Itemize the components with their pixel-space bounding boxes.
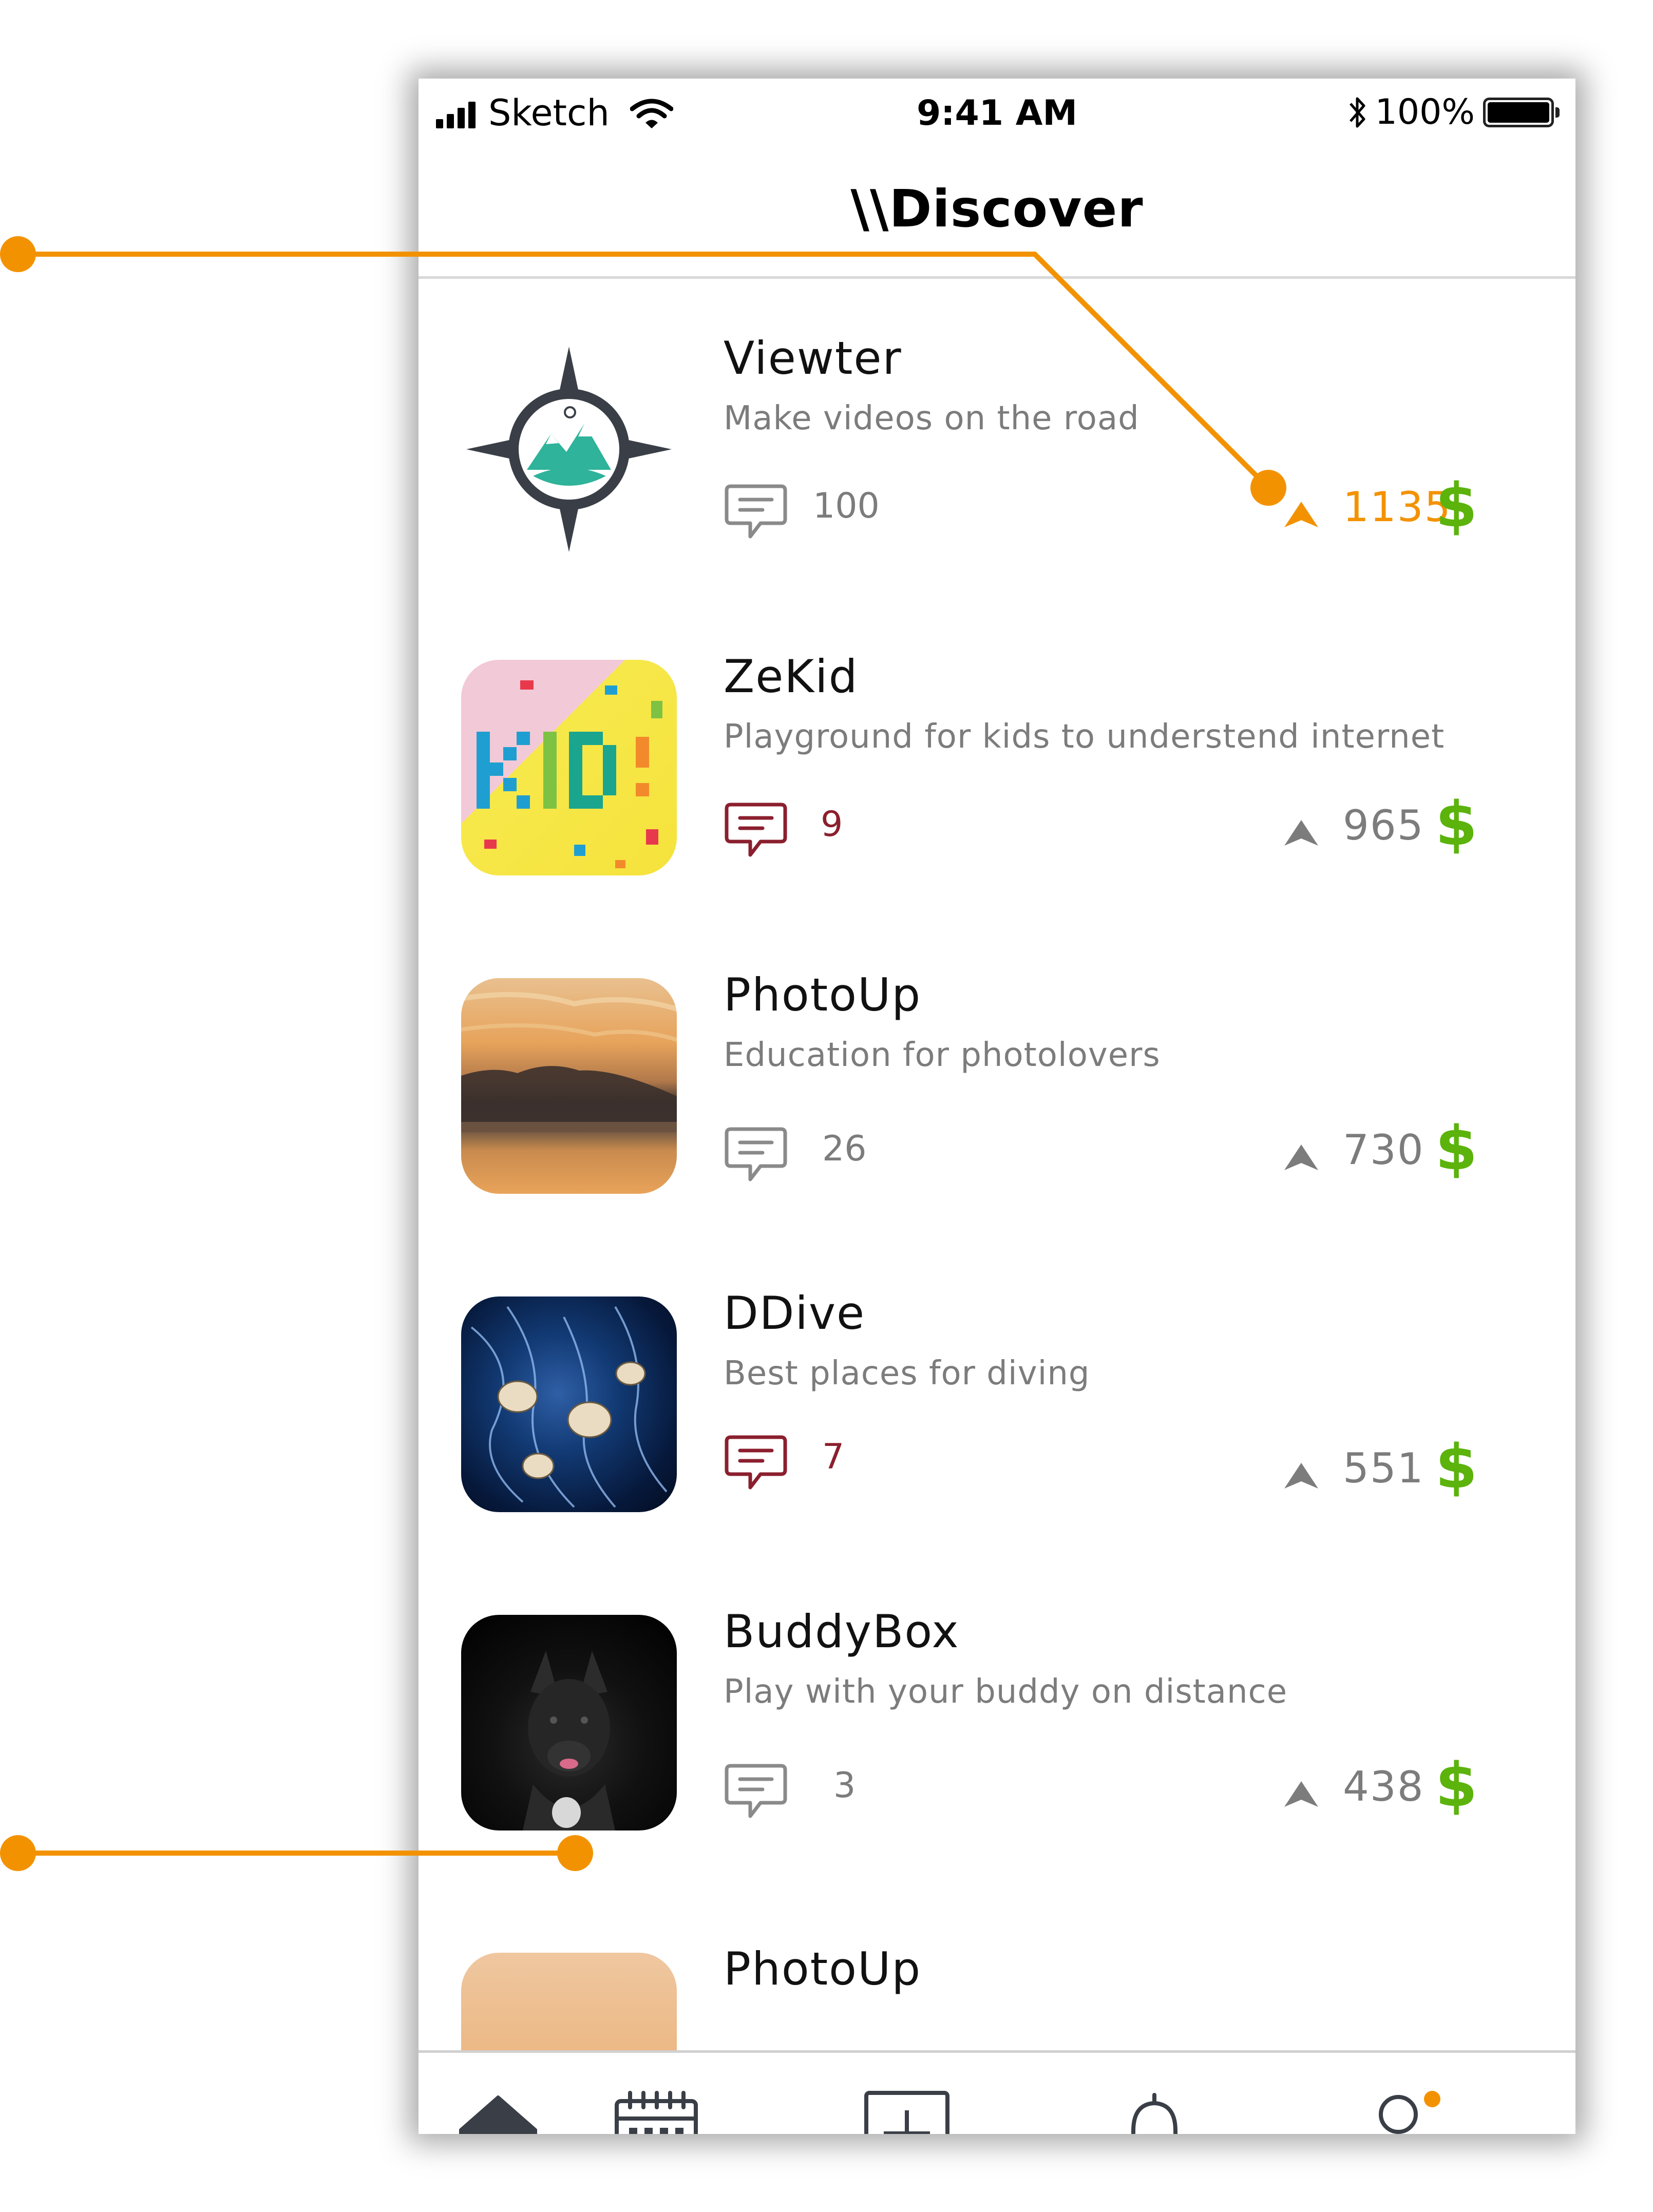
tab-notifications[interactable] — [1111, 2090, 1198, 2134]
app-thumbnail — [461, 1953, 677, 2050]
app-description: Playground for kids to understend intern… — [724, 718, 1445, 756]
app-description: Make videos on the road — [724, 399, 1139, 437]
compass-logo-icon — [466, 347, 672, 552]
upvote-icon[interactable] — [1282, 500, 1320, 529]
profile-badge-dot — [1424, 2091, 1440, 2107]
price-dollar-icon[interactable]: $ — [1435, 1749, 1477, 1820]
app-name: PhotoUp — [724, 1942, 922, 1995]
battery-icon — [1483, 97, 1560, 127]
app-row-buddybox[interactable]: BuddyBox Play with your buddy on distanc… — [419, 1552, 1575, 1871]
upvote-icon[interactable] — [1282, 1779, 1320, 1809]
app-row-photoup-partial[interactable]: PhotoUp — [419, 1871, 1575, 2050]
battery-percent: 100% — [1375, 92, 1475, 132]
comment-icon[interactable] — [724, 1434, 788, 1492]
page-title: \\Discover — [850, 179, 1144, 239]
upvote-icon[interactable] — [1282, 1142, 1320, 1172]
price-dollar-icon[interactable]: $ — [1435, 1431, 1477, 1502]
price-dollar-icon[interactable]: $ — [1435, 788, 1477, 859]
bell-icon — [1131, 2093, 1178, 2134]
app-thumbnail — [461, 1296, 677, 1512]
upvote-icon[interactable] — [1282, 1461, 1320, 1491]
bluetooth-icon — [1349, 97, 1365, 127]
comment-count: 3 — [833, 1765, 856, 1806]
add-icon — [864, 2091, 949, 2134]
app-thumbnail — [461, 660, 677, 875]
home-icon — [459, 2095, 537, 2134]
upvote-count: 438 — [1343, 1763, 1424, 1810]
app-name: ZeKid — [724, 650, 859, 703]
app-name: PhotoUp — [724, 968, 922, 1021]
comment-count: 26 — [822, 1129, 867, 1169]
app-row-photoup[interactable]: PhotoUp Education for photolovers 26 730… — [419, 916, 1575, 1234]
comment-count: 9 — [821, 804, 843, 845]
nav-header: \\Discover — [419, 143, 1575, 279]
calendar-icon — [615, 2091, 698, 2134]
tab-calendar[interactable] — [613, 2090, 700, 2134]
status-right: 100% — [1347, 92, 1560, 132]
sunset-image — [461, 992, 677, 1132]
app-description: Education for photolovers — [724, 1036, 1161, 1074]
app-name: DDive — [724, 1287, 866, 1340]
jellyfish-image — [470, 1306, 668, 1508]
upvote-count: 965 — [1343, 802, 1424, 849]
upvote-icon[interactable] — [1282, 818, 1320, 848]
app-row-viewter[interactable]: Viewter Make videos on the road 100 1135… — [419, 279, 1575, 597]
dog-image — [523, 1651, 615, 1830]
app-description: Play with your buddy on distance — [724, 1673, 1288, 1711]
price-dollar-icon[interactable]: $ — [1435, 1113, 1477, 1184]
app-row-zekid[interactable]: ZeKid Playground for kids to understend … — [419, 597, 1575, 916]
upvote-count: 730 — [1343, 1126, 1424, 1174]
app-thumbnail — [461, 341, 677, 557]
upvote-count: 551 — [1343, 1444, 1424, 1492]
app-name: BuddyBox — [724, 1605, 960, 1658]
phone-screen: Sketch 9:41 AM 100% \\Discover Viewter M… — [419, 79, 1575, 2134]
comment-count: 7 — [822, 1437, 845, 1477]
tab-bar — [419, 2050, 1575, 2134]
app-thumbnail — [461, 1615, 677, 1830]
price-dollar-icon[interactable]: $ — [1435, 470, 1477, 541]
app-thumbnail — [461, 978, 677, 1194]
tab-home[interactable] — [454, 2090, 542, 2134]
comment-icon[interactable] — [724, 1763, 788, 1820]
app-name: Viewter — [724, 332, 902, 385]
comment-icon[interactable] — [724, 1126, 788, 1184]
app-list[interactable]: Viewter Make videos on the road 100 1135… — [419, 279, 1575, 2050]
tab-add[interactable] — [863, 2090, 951, 2134]
status-bar: Sketch 9:41 AM 100% — [419, 79, 1575, 143]
comment-icon[interactable] — [724, 802, 788, 859]
tab-profile[interactable] — [1356, 2090, 1443, 2134]
app-description: Best places for diving — [724, 1355, 1090, 1393]
kids-letters-image — [477, 680, 662, 868]
comment-icon[interactable] — [724, 483, 788, 541]
app-row-ddive[interactable]: DDive Best places for diving 7 551 $ — [419, 1234, 1575, 1552]
comment-count: 100 — [813, 486, 880, 526]
